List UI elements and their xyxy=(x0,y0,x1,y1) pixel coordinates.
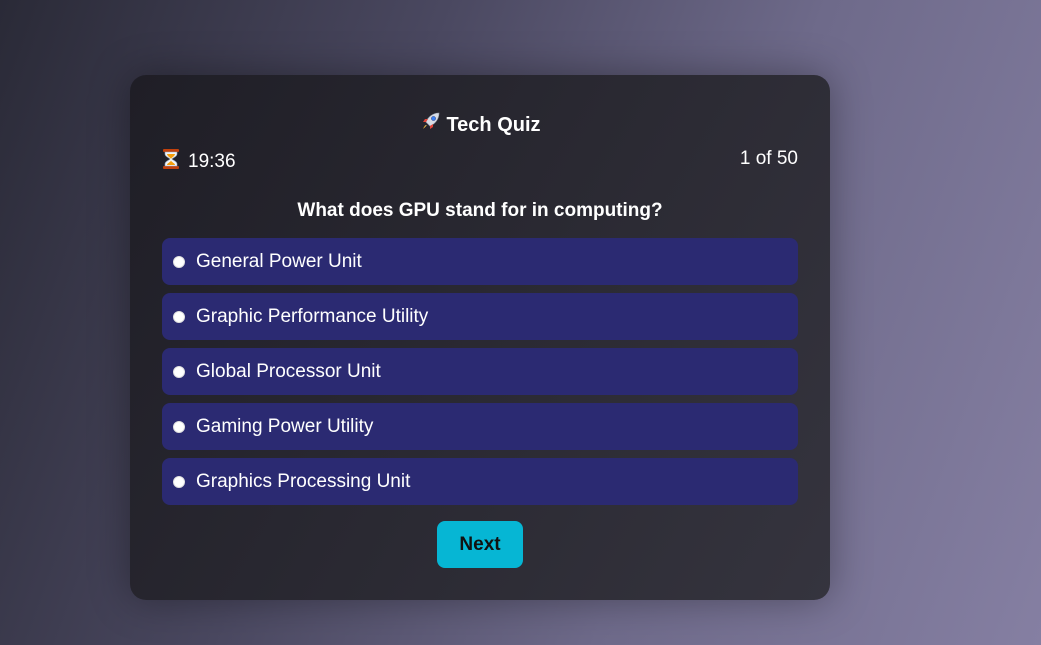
answer-option[interactable]: Graphics Processing Unit xyxy=(162,458,798,505)
quiz-meta: 19:36 1 of 50 xyxy=(162,148,798,172)
quiz-title: Tech Quiz xyxy=(130,111,830,140)
quiz-card: Tech Quiz 19:36 1 of 50 What does GPU st… xyxy=(130,75,830,600)
answer-option[interactable]: Global Processor Unit xyxy=(162,348,798,395)
answer-option-label: Graphics Processing Unit xyxy=(196,470,411,492)
radio-button[interactable] xyxy=(173,475,185,488)
quiz-title-text: Tech Quiz xyxy=(446,113,541,136)
timer-value: 19:36 xyxy=(188,151,236,172)
answer-option-label: Global Processor Unit xyxy=(196,360,381,382)
answer-option[interactable]: General Power Unit xyxy=(162,238,798,285)
radio-button[interactable] xyxy=(173,365,185,378)
hourglass-icon xyxy=(162,148,180,176)
answer-option-label: Gaming Power Utility xyxy=(196,415,374,437)
answer-option[interactable]: Graphic Performance Utility xyxy=(162,293,798,340)
answer-option-label: General Power Unit xyxy=(196,250,362,272)
timer: 19:36 xyxy=(162,148,236,176)
answer-option-label: Graphic Performance Utility xyxy=(196,305,429,327)
question-progress: 1 of 50 xyxy=(739,148,798,169)
rocket-icon xyxy=(419,109,443,138)
next-button[interactable]: Next xyxy=(437,521,523,568)
radio-button[interactable] xyxy=(173,420,185,433)
question-text: What does GPU stand for in computing? xyxy=(297,200,663,221)
radio-button[interactable] xyxy=(173,255,185,268)
radio-button[interactable] xyxy=(173,310,185,323)
answer-options: General Power Unit Graphic Performance U… xyxy=(162,238,798,513)
answer-option[interactable]: Gaming Power Utility xyxy=(162,403,798,450)
